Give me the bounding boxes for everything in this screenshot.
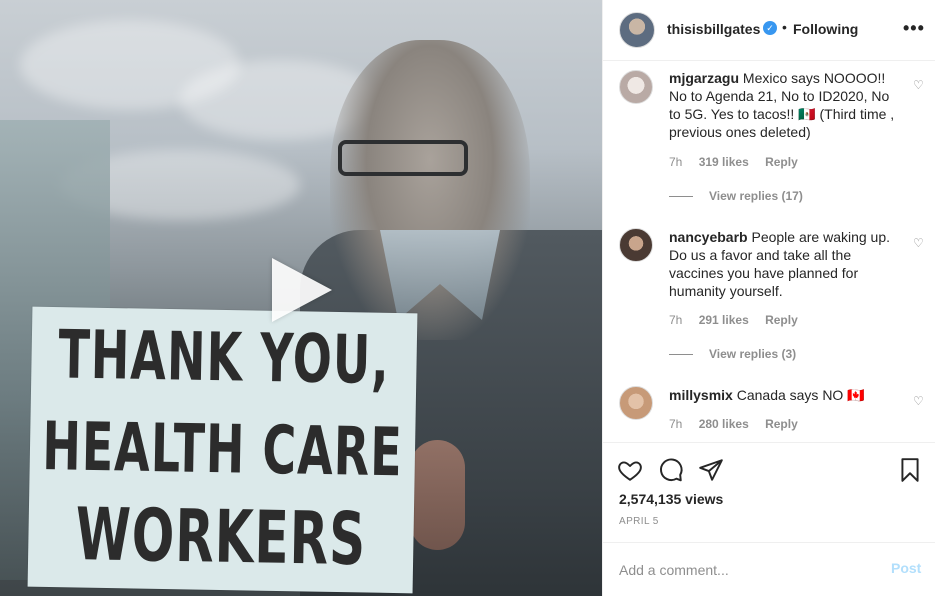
view-count[interactable]: 2,574,135 views (619, 491, 723, 507)
comment-composer: Post (603, 542, 935, 597)
comment-bubble-icon[interactable] (658, 457, 684, 483)
view-replies-label: View replies (17) (709, 189, 803, 203)
hand (410, 440, 465, 550)
reply-button[interactable]: Reply (765, 417, 798, 431)
sign-line-2: HEALTH CARE (41, 406, 404, 492)
reply-button[interactable]: Reply (765, 155, 798, 169)
more-options-icon[interactable]: ••• (903, 18, 925, 39)
following-button[interactable]: Following (793, 21, 858, 37)
comment-likes[interactable]: 319 likes (699, 155, 749, 169)
comment-age: 7h (669, 417, 683, 431)
commenter-avatar[interactable] (619, 386, 653, 420)
save-bookmark-icon[interactable] (897, 457, 923, 483)
view-replies-button[interactable]: View replies (17) (669, 189, 803, 203)
post-video[interactable]: THANK YOU, HEALTH CARE WORKERS (0, 0, 602, 596)
like-heart-icon[interactable] (617, 457, 643, 483)
post-date[interactable]: APRIL 5 (619, 516, 659, 527)
comments-list[interactable]: mjgarzagu Mexico says NOOOO!! No to Agen… (603, 60, 935, 442)
view-replies-label: View replies (3) (709, 347, 797, 361)
instagram-post-view: THANK YOU, HEALTH CARE WORKERS thisisbil… (0, 0, 935, 596)
comment-age: 7h (669, 313, 683, 327)
glasses (338, 140, 468, 176)
post-comment-button[interactable]: Post (891, 560, 921, 576)
author-username[interactable]: thisisbillgates (667, 21, 760, 37)
commenter-username[interactable]: mjgarzagu (669, 70, 739, 86)
author-avatar[interactable] (619, 12, 655, 48)
like-comment-heart-icon[interactable]: ♡ (913, 78, 925, 92)
comment-likes[interactable]: 280 likes (699, 417, 749, 431)
reply-button[interactable]: Reply (765, 313, 798, 327)
commenter-username[interactable]: millysmix (669, 387, 733, 403)
post-actions: 2,574,135 views APRIL 5 (603, 442, 935, 543)
comment-text: millysmix Canada says NO 🇨🇦 (669, 386, 904, 404)
comment-text: mjgarzagu Mexico says NOOOO!! No to Agen… (669, 69, 904, 141)
commenter-avatar[interactable] (619, 70, 653, 104)
comment-meta: 7h 319 likes Reply (669, 155, 811, 169)
commenter-avatar[interactable] (619, 228, 653, 262)
comment-body: Canada says NO 🇨🇦 (736, 387, 865, 403)
like-comment-heart-icon[interactable]: ♡ (913, 394, 925, 408)
view-replies-button[interactable]: View replies (3) (669, 347, 796, 361)
post-header: thisisbillgates ✓ • Following ••• (603, 0, 935, 61)
replies-divider (669, 196, 693, 198)
verified-badge-icon: ✓ (763, 21, 777, 35)
sign-line-1: THANK YOU, (57, 314, 391, 400)
thank-you-sign: THANK YOU, HEALTH CARE WORKERS (27, 306, 418, 594)
like-comment-heart-icon[interactable]: ♡ (913, 236, 925, 250)
comment-age: 7h (669, 155, 683, 169)
sign-line-3: WORKERS (74, 492, 367, 582)
play-icon[interactable] (272, 258, 332, 322)
replies-divider (669, 354, 693, 356)
comment-meta: 7h 280 likes Reply (669, 417, 811, 431)
commenter-username[interactable]: nancyebarb (669, 229, 748, 245)
comment-likes[interactable]: 291 likes (699, 313, 749, 327)
comment-text: nancyebarb People are waking up. Do us a… (669, 228, 904, 300)
share-send-icon[interactable] (698, 457, 724, 483)
comment-meta: 7h 291 likes Reply (669, 313, 811, 327)
post-sidebar: thisisbillgates ✓ • Following ••• mjgarz… (602, 0, 935, 596)
person-head (330, 40, 530, 340)
add-comment-input[interactable] (619, 559, 869, 581)
header-separator: • (782, 19, 787, 35)
